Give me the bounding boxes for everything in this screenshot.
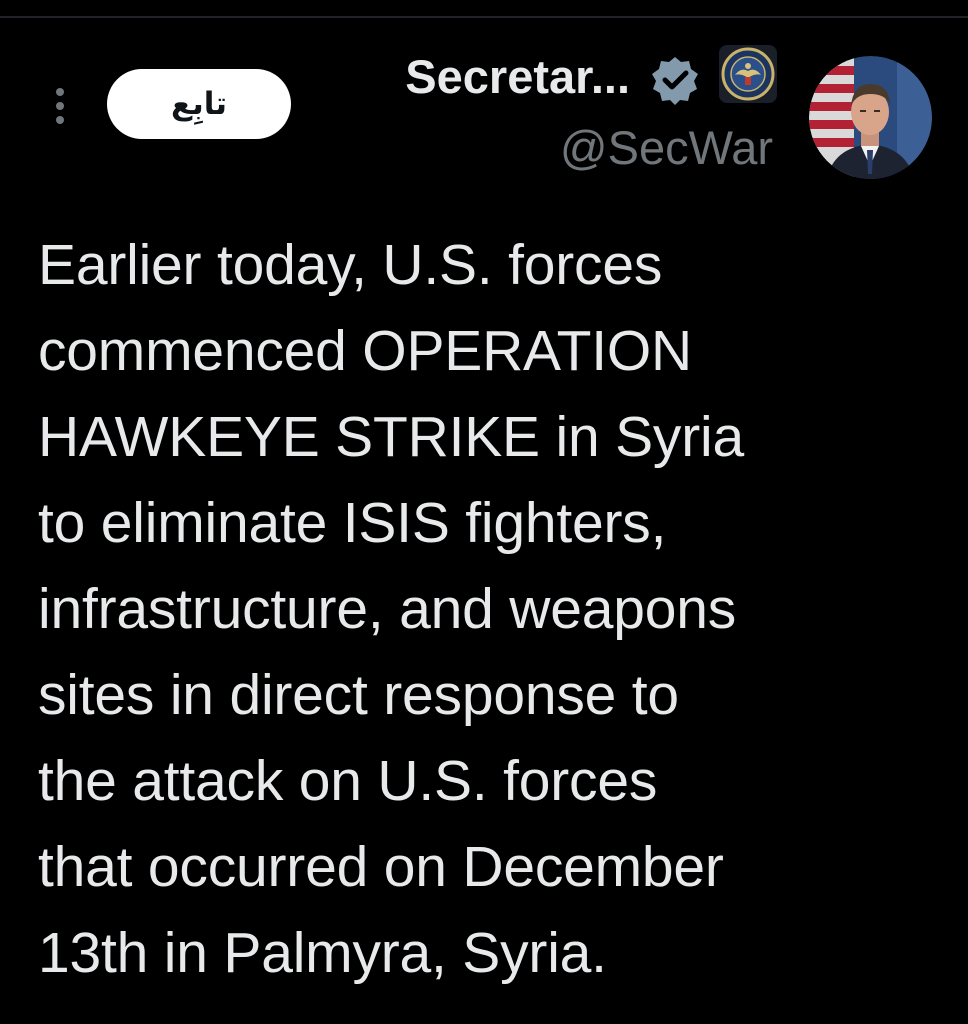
user-handle[interactable]: @SecWar bbox=[560, 118, 773, 178]
follow-button[interactable]: تابِع bbox=[107, 69, 291, 139]
verified-badge-icon bbox=[652, 57, 698, 105]
more-vertical-icon[interactable] bbox=[49, 86, 71, 126]
avatar[interactable] bbox=[809, 56, 932, 179]
top-divider bbox=[0, 16, 968, 18]
tweet-text: Earlier today, U.S. forces commenced OPE… bbox=[38, 233, 744, 985]
display-name[interactable]: Secretar... bbox=[405, 47, 630, 107]
department-seal-icon bbox=[719, 45, 777, 103]
